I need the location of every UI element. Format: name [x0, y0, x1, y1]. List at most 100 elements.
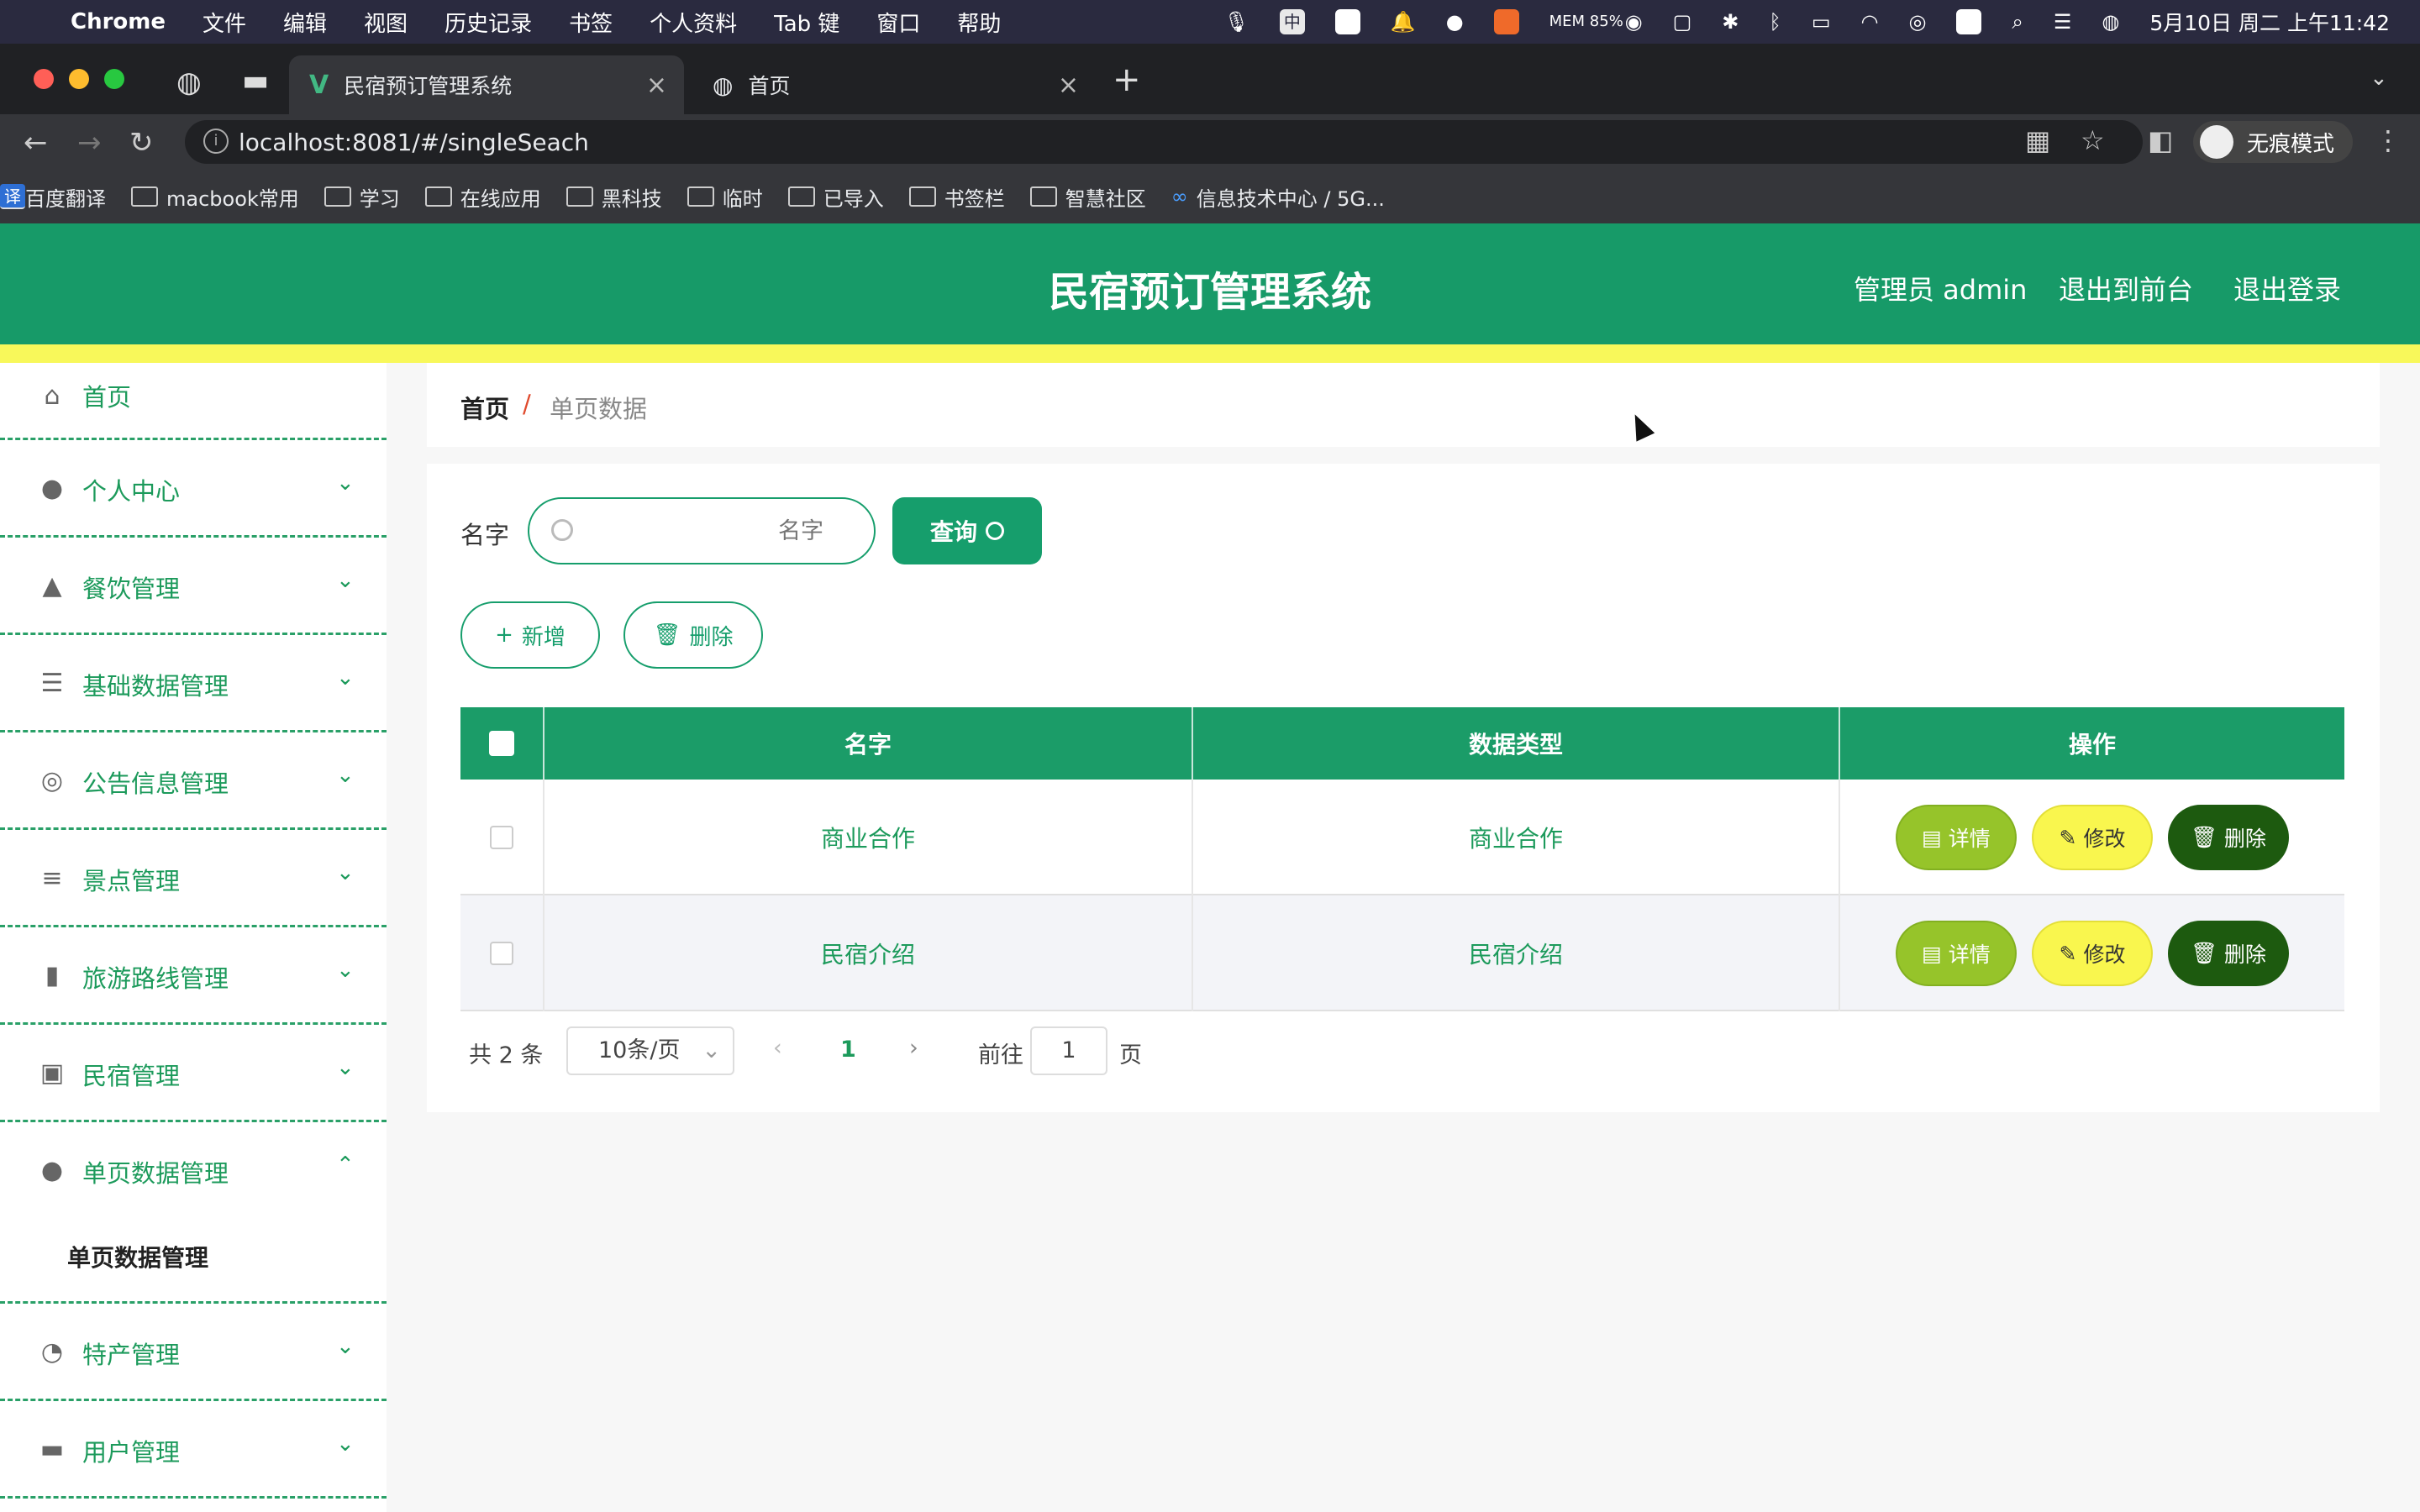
page-number-current[interactable]: 1 — [840, 1037, 856, 1063]
menu-item-tab[interactable]: Tab 键 — [774, 7, 839, 38]
bookmark-folder[interactable]: 黑科技 — [566, 182, 662, 212]
chat-icon[interactable]: ● — [1446, 10, 1464, 34]
sync-app-icon[interactable] — [1956, 9, 1982, 34]
bell-icon[interactable]: 🔔 — [1391, 10, 1416, 34]
translate-icon: 译 — [0, 184, 25, 209]
exit-to-front-link[interactable]: 退出到前台 — [2059, 269, 2193, 307]
address-bar[interactable]: i localhost:8081/#/singleSeach — [185, 120, 2143, 164]
tab-home[interactable]: ◍ 首页 × — [692, 55, 1096, 114]
menu-item-help[interactable]: 帮助 — [957, 7, 1001, 38]
sidebar-item-personal-center[interactable]: ● 个人中心 ⌄ — [0, 440, 387, 538]
delete-button[interactable]: 🗑 删除 — [2168, 805, 2289, 870]
bookmark-folder[interactable]: macbook常用 — [131, 182, 299, 212]
sidebar-item-catering[interactable]: ▲ 餐饮管理 ⌄ — [0, 538, 387, 635]
incognito-badge[interactable]: 无痕模式 — [2193, 121, 2354, 163]
menu-item-file[interactable]: 文件 — [203, 7, 246, 38]
cell-actions: ▤ 详情 ✎ 修改 🗑 删除 — [1840, 780, 2344, 895]
detail-button[interactable]: ▤ 详情 — [1896, 921, 2017, 986]
menu-item-edit[interactable]: 编辑 — [283, 7, 327, 38]
globe-icon[interactable]: ◍ — [176, 66, 202, 99]
browser-tab-strip: ◍ ▬ V 民宿预订管理系统 × ◍ 首页 × + ⌄ — [0, 44, 2420, 114]
forward-icon[interactable]: → — [77, 126, 102, 160]
word-app-icon[interactable] — [1334, 9, 1360, 34]
bookmark-folder[interactable]: 在线应用 — [424, 182, 541, 212]
site-info-icon[interactable]: i — [203, 129, 229, 154]
sidebar-item-routes[interactable]: ▮ 旅游路线管理 ⌄ — [0, 927, 387, 1025]
next-page-icon[interactable]: › — [909, 1035, 918, 1061]
minimize-window-icon[interactable] — [69, 69, 89, 89]
sidebar-subitem-single-page-active[interactable]: 单页数据管理 — [67, 1240, 208, 1273]
chevron-down-icon: ⌄ — [336, 665, 355, 690]
bookmark-folder[interactable]: 临时 — [687, 182, 763, 212]
sidebar-item-attractions[interactable]: ≡ 景点管理 ⌄ — [0, 830, 387, 927]
sidebar-item-home[interactable]: ⌂ 首页 — [0, 363, 387, 440]
control-center-icon[interactable]: ☰ — [2054, 10, 2072, 34]
qr-code-icon[interactable]: ▦ — [2025, 124, 2050, 156]
page-size-select[interactable]: 10条/页 ⌄ — [566, 1026, 734, 1075]
row-checkbox[interactable] — [490, 826, 513, 849]
tab-active[interactable]: V 民宿预订管理系统 × — [289, 55, 684, 114]
bookmark-item[interactable]: 译百度翻译 — [0, 182, 106, 212]
page-suffix-label: 页 — [1119, 1042, 1142, 1068]
select-all-checkbox[interactable] — [489, 731, 514, 756]
more-menu-icon[interactable]: ⋮ — [2375, 124, 2402, 156]
menu-item-history[interactable]: 历史记录 — [445, 7, 532, 38]
sidebar-item-notice[interactable]: ◎ 公告信息管理 ⌄ — [0, 732, 387, 830]
wifi-icon[interactable]: ◠ — [1861, 10, 1879, 34]
close-tab-icon[interactable]: × — [1058, 71, 1079, 100]
bookmark-star-icon[interactable]: ☆ — [2081, 124, 2105, 156]
microphone-icon[interactable]: 🎙 — [1223, 10, 1249, 34]
edit-button[interactable]: ✎ 修改 — [2032, 921, 2153, 986]
siri-icon[interactable]: ◍ — [2102, 10, 2119, 34]
battery-icon[interactable]: ▭ — [1812, 10, 1831, 34]
tool-icon[interactable]: ✱ — [1722, 10, 1739, 34]
side-panel-icon[interactable]: ◧ — [2148, 124, 2173, 156]
back-icon[interactable]: ← — [24, 126, 48, 160]
input-method-icon[interactable]: 中 — [1279, 9, 1305, 34]
batch-delete-button[interactable]: 🗑 删除 — [623, 601, 763, 669]
spotlight-search-icon[interactable]: ⌕ — [2012, 10, 2023, 34]
search-input[interactable] — [528, 497, 876, 564]
maximize-window-icon[interactable] — [104, 69, 124, 89]
clock-text[interactable]: 5月10日 周二 上午11:42 — [2149, 7, 2390, 37]
memory-indicator[interactable]: MEM 85% — [1549, 14, 1623, 29]
prev-page-icon[interactable]: ‹ — [773, 1035, 782, 1061]
user-switch-icon[interactable]: ◎ — [1908, 10, 1926, 34]
info-circle-icon[interactable]: ◉ — [1625, 10, 1643, 34]
bookmark-item[interactable]: ∞ 信息技术中心 / 5G... — [1171, 182, 1385, 212]
menu-item-view[interactable]: 视图 — [364, 7, 408, 38]
query-button[interactable]: 查询 — [892, 497, 1042, 564]
delete-button[interactable]: 🗑 删除 — [2168, 921, 2289, 986]
bookmark-folder[interactable]: 书签栏 — [908, 182, 1005, 212]
close-window-icon[interactable] — [34, 69, 54, 89]
sidebar-item-users[interactable]: ▬ 用户管理 ⌄ — [0, 1401, 387, 1499]
bookmark-folder[interactable]: 智慧社区 — [1029, 182, 1146, 212]
breadcrumb-home[interactable]: 首页 — [460, 390, 509, 425]
reload-icon[interactable]: ↻ — [129, 126, 154, 160]
bookmark-label: 黑科技 — [601, 186, 662, 211]
add-button[interactable]: + 新增 — [460, 601, 600, 669]
pinned-tab-icon[interactable]: ▬ — [242, 64, 269, 97]
menu-item-window[interactable]: 窗口 — [876, 7, 920, 38]
goto-page-input[interactable]: 1 — [1030, 1026, 1107, 1075]
sidebar-item-basic-data[interactable]: ☰ 基础数据管理 ⌄ — [0, 635, 387, 732]
header-select-all[interactable] — [460, 707, 544, 780]
sidebar-item-homestay[interactable]: ▣ 民宿管理 ⌄ — [0, 1025, 387, 1122]
menu-app-name[interactable]: Chrome — [71, 9, 166, 34]
row-checkbox[interactable] — [490, 942, 513, 965]
detail-button[interactable]: ▤ 详情 — [1896, 805, 2017, 870]
tab-search-chevron-icon[interactable]: ⌄ — [2370, 66, 2388, 91]
logout-link[interactable]: 退出登录 — [2233, 269, 2341, 307]
menu-item-bookmarks[interactable]: 书签 — [569, 7, 613, 38]
close-tab-icon[interactable]: × — [646, 71, 667, 100]
sidebar-item-single-page[interactable]: ● 单页数据管理 ⌃ 单页数据管理 — [0, 1122, 387, 1304]
window-stack-icon[interactable]: ▢ — [1673, 10, 1692, 34]
bluetooth-icon[interactable]: ᛒ — [1769, 10, 1781, 34]
sidebar-item-specialty[interactable]: ◔ 特产管理 ⌄ — [0, 1304, 387, 1401]
new-tab-icon[interactable]: + — [1113, 60, 1141, 99]
menu-item-profile[interactable]: 个人资料 — [650, 7, 737, 38]
edit-button[interactable]: ✎ 修改 — [2032, 805, 2153, 870]
status-app-icon[interactable] — [1493, 9, 1519, 34]
bookmark-folder[interactable]: 已导入 — [787, 182, 884, 212]
bookmark-folder[interactable]: 学习 — [324, 182, 400, 212]
